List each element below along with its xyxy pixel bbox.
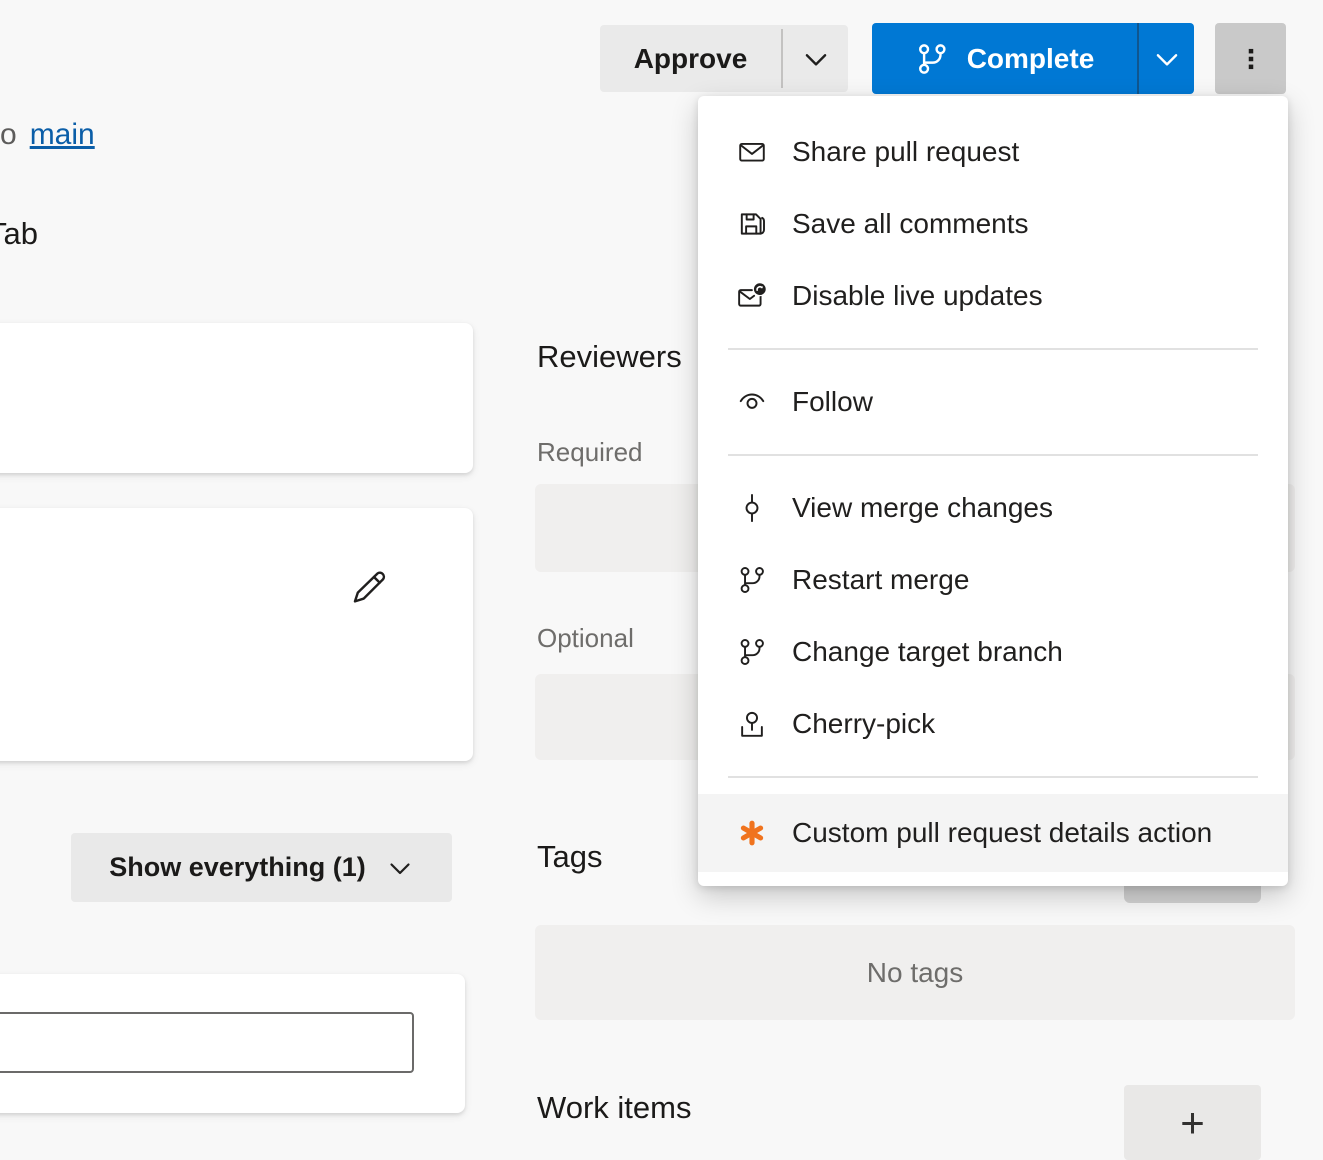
commit-icon xyxy=(737,493,767,523)
follow-eye-icon xyxy=(737,387,767,417)
menu-item-label: Restart merge xyxy=(792,564,969,596)
tab-label: Tab xyxy=(0,216,38,252)
more-options-icon xyxy=(1236,44,1266,74)
edit-description-button[interactable] xyxy=(341,560,395,614)
live-updates-icon xyxy=(737,281,767,311)
target-branch-link[interactable]: main xyxy=(30,118,95,151)
menu-item-label: Save all comments xyxy=(792,208,1029,240)
reviewers-heading: Reviewers xyxy=(537,339,682,375)
menu-item-label: Custom pull request details action xyxy=(792,817,1212,849)
menu-item-custom-pull-request-details-action[interactable]: Custom pull request details action xyxy=(698,794,1288,872)
git-branch-icon xyxy=(737,637,767,667)
no-tags-box: No tags xyxy=(535,925,1295,1020)
plus-icon: + xyxy=(1180,1099,1205,1147)
menu-item-change-target-branch[interactable]: Change target branch xyxy=(698,616,1288,688)
extension-asterisk-icon xyxy=(737,818,767,848)
complete-split-button: Complete xyxy=(872,23,1194,94)
optional-label: Optional xyxy=(537,623,634,654)
menu-item-save-all-comments[interactable]: Save all comments xyxy=(698,188,1288,260)
chevron-down-icon xyxy=(1152,44,1182,74)
menu-item-label: View merge changes xyxy=(792,492,1053,524)
menu-item-share-pull-request[interactable]: Share pull request xyxy=(698,116,1288,188)
complete-label: Complete xyxy=(967,43,1095,75)
menu-divider xyxy=(728,348,1258,350)
description-card xyxy=(0,508,473,761)
edit-pencil-icon xyxy=(349,568,387,606)
breadcrumb: omain xyxy=(0,118,95,152)
git-merge-icon xyxy=(915,42,949,76)
approve-split-button: Approve xyxy=(600,25,848,92)
menu-item-label: Cherry-pick xyxy=(792,708,935,740)
mail-icon xyxy=(737,137,767,167)
approve-button[interactable]: Approve xyxy=(600,25,781,92)
menu-item-label: Share pull request xyxy=(792,136,1019,168)
chevron-down-icon xyxy=(386,854,414,882)
required-label: Required xyxy=(537,437,643,468)
menu-divider xyxy=(728,454,1258,456)
approve-dropdown-button[interactable] xyxy=(783,25,848,92)
status-card xyxy=(0,323,473,473)
git-branch-icon xyxy=(737,565,767,595)
save-icon xyxy=(737,209,767,239)
show-everything-dropdown[interactable]: Show everything (1) xyxy=(71,833,452,902)
menu-item-label: Follow xyxy=(792,386,873,418)
complete-dropdown-button[interactable] xyxy=(1139,23,1194,94)
no-tags-text: No tags xyxy=(867,957,964,989)
menu-item-view-merge-changes[interactable]: View merge changes xyxy=(698,472,1288,544)
more-options-menu: Share pull request Save all comments xyxy=(698,96,1288,886)
show-everything-label: Show everything (1) xyxy=(109,852,366,883)
menu-divider xyxy=(728,776,1258,778)
menu-item-cherry-pick[interactable]: Cherry-pick xyxy=(698,688,1288,760)
menu-item-follow[interactable]: Follow xyxy=(698,366,1288,438)
chevron-down-icon xyxy=(801,44,831,74)
more-options-button[interactable] xyxy=(1215,23,1286,94)
menu-item-label: Disable live updates xyxy=(792,280,1043,312)
menu-item-disable-live-updates[interactable]: Disable live updates xyxy=(698,260,1288,332)
work-items-heading: Work items xyxy=(537,1090,691,1126)
comment-input[interactable] xyxy=(0,1012,414,1073)
tags-heading: Tags xyxy=(537,839,602,875)
add-work-item-button[interactable]: + xyxy=(1124,1085,1261,1160)
cherry-pick-icon xyxy=(737,709,767,739)
menu-item-label: Change target branch xyxy=(792,636,1063,668)
menu-item-restart-merge[interactable]: Restart merge xyxy=(698,544,1288,616)
breadcrumb-fragment: o xyxy=(0,118,17,151)
comment-card xyxy=(0,974,465,1113)
complete-button[interactable]: Complete xyxy=(872,23,1137,94)
